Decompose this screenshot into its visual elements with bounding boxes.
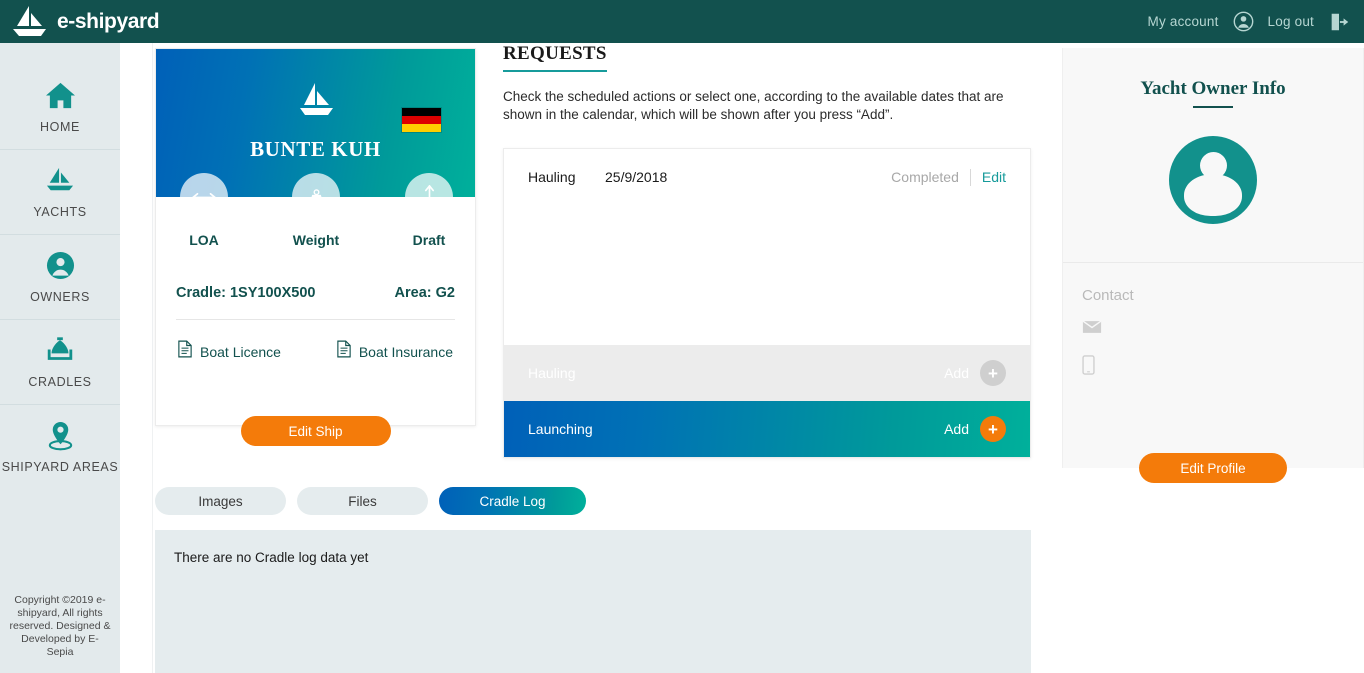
topbar-actions: My account Log out	[1148, 11, 1364, 33]
home-icon	[45, 78, 76, 112]
sailboat-icon	[44, 163, 76, 197]
boat-licence-label: Boat Licence	[200, 343, 281, 360]
map-pin-icon	[45, 418, 76, 452]
avatar	[1169, 136, 1257, 224]
yacht-owner-panel: Yacht Owner Info Contact Edit Profile	[1062, 48, 1364, 483]
request-action-name: Hauling	[528, 365, 576, 381]
cradle-boat-icon	[44, 333, 76, 367]
contact-email	[1082, 320, 1344, 339]
document-icon	[337, 340, 351, 363]
sidebar-item-home[interactable]: HOME	[0, 65, 120, 149]
request-action-launching[interactable]: Launching Add +	[504, 401, 1030, 457]
stat-loa: LOA	[156, 173, 252, 248]
requests-section: REQUESTS Check the scheduled actions or …	[503, 43, 1031, 458]
sidebar-item-yachts[interactable]: YACHTS	[0, 149, 120, 234]
stat-label-weight: Weight	[292, 232, 340, 248]
tab-content-panel: There are no Cradle log data yet	[155, 530, 1031, 673]
add-label: Add	[944, 365, 969, 381]
document-icon	[178, 340, 192, 363]
request-edit-link[interactable]: Edit	[982, 169, 1006, 185]
stat-draft: Draft	[381, 173, 477, 248]
requests-title: REQUESTS	[503, 43, 607, 72]
yacht-card-meta: Cradle: 1SY100X500 Area: G2	[156, 273, 475, 301]
request-date: 25/9/2018	[605, 169, 668, 185]
tab-cradle-log[interactable]: Cradle Log	[439, 487, 586, 515]
germany-flag-icon	[401, 107, 442, 133]
sidebar-item-cradles[interactable]: CRADLES	[0, 319, 120, 404]
request-status: Completed	[891, 169, 959, 185]
request-action-name: Launching	[528, 421, 593, 437]
add-hauling-group: Add +	[944, 360, 1006, 386]
tab-images[interactable]: Images	[155, 487, 286, 515]
sidebar-label-shipyard-areas: SHIPYARD AREAS	[1, 460, 119, 474]
my-account-link[interactable]: My account	[1148, 14, 1219, 29]
main-content: BUNTE KUH LOA Weight Draft Cradle: 1SY10…	[120, 43, 1364, 673]
area-value: Area: G2	[394, 285, 455, 301]
row-separator	[969, 168, 971, 186]
envelope-icon	[1082, 320, 1102, 339]
yacht-name: BUNTE KUH	[250, 137, 381, 161]
sidebar-label-owners: OWNERS	[30, 290, 90, 304]
logout-link[interactable]: Log out	[1268, 14, 1314, 29]
sailboat-icon	[296, 82, 336, 125]
yacht-documents: Boat Licence Boat Insurance	[156, 320, 475, 363]
owner-contact: Contact	[1063, 263, 1363, 380]
horizontal-arrow-icon	[180, 173, 228, 221]
add-label: Add	[944, 421, 969, 437]
logout-icon[interactable]	[1328, 11, 1350, 33]
copyright-text: Copyright ©2019 e-shipyard, All rights r…	[9, 594, 111, 658]
stat-label-draft: Draft	[412, 232, 446, 248]
contact-phone	[1082, 355, 1344, 380]
user-circle-icon	[46, 248, 75, 282]
cradle-value: Cradle: 1SY100X500	[176, 285, 316, 301]
content-divider	[152, 43, 153, 673]
sidebar-item-owners[interactable]: OWNERS	[0, 234, 120, 319]
requests-panel: Hauling 25/9/2018 Completed Edit Hauling…	[503, 148, 1031, 458]
sidebar-label-cradles: CRADLES	[28, 375, 92, 389]
requests-description: Check the scheduled actions or select on…	[503, 89, 1004, 122]
weight-icon	[292, 173, 340, 221]
vertical-arrow-icon	[405, 173, 453, 221]
plus-icon[interactable]: +	[980, 416, 1006, 442]
mobile-phone-icon	[1082, 355, 1095, 380]
yacht-card: BUNTE KUH LOA Weight Draft Cradle: 1SY10…	[155, 48, 476, 446]
owner-title: Yacht Owner Info	[1140, 78, 1286, 99]
user-circle-icon[interactable]	[1233, 11, 1254, 32]
contact-label: Contact	[1082, 287, 1134, 304]
sidebar: HOME YACHTS OWNERS CRADLES SHIPYARD AREA…	[0, 43, 120, 673]
avatar-body	[1184, 174, 1242, 216]
sidebar-label-yachts: YACHTS	[33, 205, 87, 219]
yacht-stats: LOA Weight Draft	[156, 173, 475, 273]
tab-files[interactable]: Files	[297, 487, 428, 515]
request-action-hauling: Hauling Add +	[504, 345, 1030, 401]
boat-insurance-link[interactable]: Boat Insurance	[337, 340, 453, 363]
edit-ship-button[interactable]: Edit Ship	[240, 416, 391, 446]
top-bar: e-shipyard My account Log out	[0, 0, 1364, 43]
request-name: Hauling	[528, 169, 576, 185]
boat-licence-link[interactable]: Boat Licence	[178, 340, 281, 363]
sidebar-label-home: HOME	[40, 120, 80, 134]
boat-insurance-label: Boat Insurance	[358, 343, 453, 360]
tab-bar: Images Files Cradle Log	[155, 487, 586, 515]
empty-state-message: There are no Cradle log data yet	[174, 550, 369, 565]
stat-label-loa: LOA	[189, 232, 219, 248]
request-row-completed: Hauling 25/9/2018 Completed Edit	[504, 149, 1030, 205]
sailboat-logo-icon	[10, 5, 48, 39]
brand[interactable]: e-shipyard	[0, 5, 160, 39]
sidebar-nav: HOME YACHTS OWNERS CRADLES SHIPYARD AREA…	[0, 43, 120, 489]
stat-weight: Weight	[268, 173, 364, 248]
brand-name: e-shipyard	[57, 9, 160, 33]
sidebar-item-shipyard-areas[interactable]: SHIPYARD AREAS	[0, 404, 120, 489]
owner-title-underline	[1193, 106, 1233, 108]
edit-profile-button[interactable]: Edit Profile	[1139, 453, 1287, 483]
add-launching-group[interactable]: Add +	[944, 416, 1006, 442]
plus-icon: +	[980, 360, 1006, 386]
